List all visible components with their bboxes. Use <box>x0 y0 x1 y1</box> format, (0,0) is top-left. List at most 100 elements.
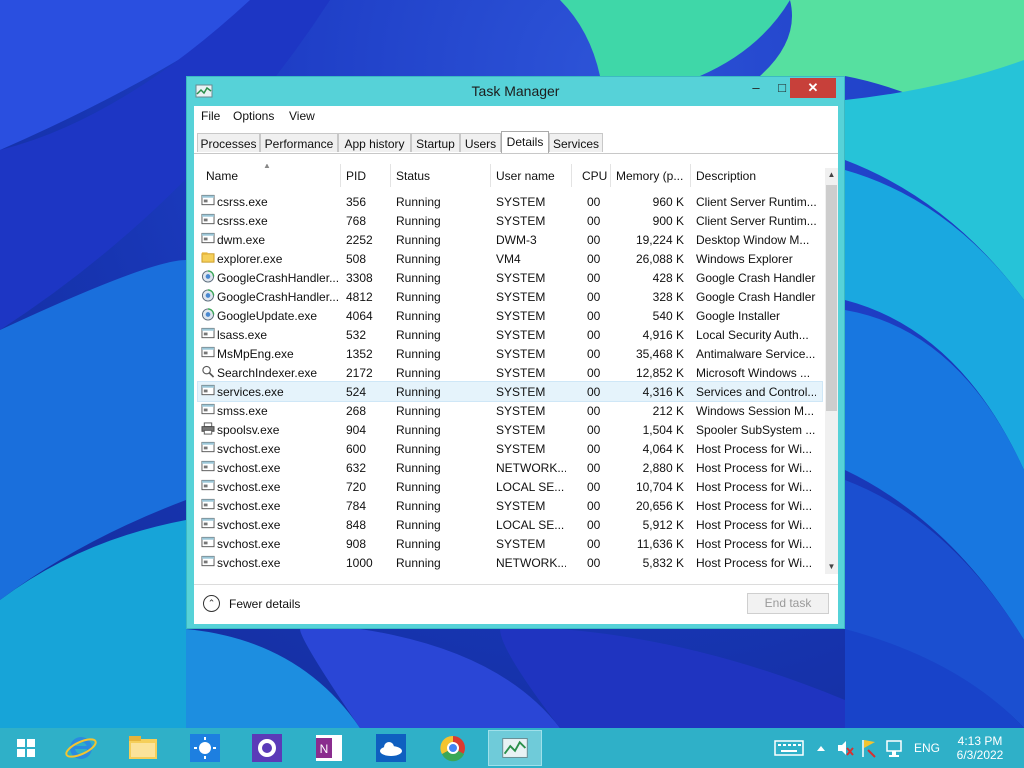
tab-services[interactable]: Services <box>549 133 603 152</box>
volume-muted-icon[interactable] <box>836 728 854 768</box>
tab-processes[interactable]: Processes <box>197 133 260 152</box>
table-row[interactable]: GoogleCrashHandler... 4812 Running SYSTEM 00… <box>198 287 822 306</box>
process-memory: 20,656 K <box>635 499 684 513</box>
end-task-button[interactable]: End task <box>747 593 829 614</box>
tab-users[interactable]: Users <box>460 133 501 152</box>
process-name: GoogleCrashHandler... <box>217 290 339 304</box>
menu-options[interactable]: Options <box>233 109 274 123</box>
scroll-up-arrow-icon[interactable]: ▲ <box>825 168 838 182</box>
column-header-description[interactable]: Description <box>696 169 756 183</box>
column-header-memory[interactable]: Memory (p... <box>616 169 683 183</box>
fewer-details-link[interactable]: Fewer details <box>229 597 300 611</box>
process-status: Running <box>396 461 441 475</box>
column-separator[interactable] <box>390 164 391 187</box>
tab-startup[interactable]: Startup <box>411 133 460 152</box>
process-name: svchost.exe <box>217 556 281 570</box>
column-header-pid[interactable]: PID <box>346 169 366 183</box>
process-cpu: 00 <box>587 214 601 228</box>
column-separator[interactable] <box>571 164 572 187</box>
table-row[interactable]: smss.exe 268 Running SYSTEM 00 212 K Windows S… <box>198 401 822 420</box>
process-pid: 768 <box>346 214 367 228</box>
process-icon <box>201 327 215 339</box>
show-hidden-icons-chevron-icon[interactable] <box>815 728 827 768</box>
network-icon[interactable] <box>884 728 904 768</box>
table-row[interactable]: GoogleCrashHandler... 3308 Running SYSTEM 00… <box>198 268 822 287</box>
process-pid: 3308 <box>346 271 373 285</box>
column-separator[interactable] <box>610 164 611 187</box>
table-row[interactable]: csrss.exe 768 Running SYSTEM 00 900 K Client S… <box>198 211 822 230</box>
process-icon <box>201 213 215 225</box>
table-row[interactable]: lsass.exe 532 Running SYSTEM 00 4,916 K Local … <box>198 325 822 344</box>
weather-icon[interactable] <box>178 730 232 766</box>
process-cpu: 00 <box>587 233 601 247</box>
column-header-name[interactable]: Name <box>206 169 238 183</box>
table-row[interactable]: svchost.exe 632 Running NETWORK... 00 2,880 K… <box>198 458 822 477</box>
process-description: Google Installer <box>696 309 781 323</box>
system-clock[interactable]: 4:13 PM 6/3/2022 <box>944 734 1016 762</box>
table-row[interactable]: MsMpEng.exe 1352 Running SYSTEM 00 35,468 K An… <box>198 344 822 363</box>
scrollbar-thumb[interactable] <box>826 185 837 411</box>
table-row[interactable]: svchost.exe 908 Running SYSTEM 00 11,636 K Hos… <box>198 534 822 553</box>
process-memory: 12,852 K <box>635 366 684 380</box>
menu-file[interactable]: File <box>201 109 220 123</box>
vertical-scrollbar[interactable]: ▲ ▼ <box>825 168 838 574</box>
process-status: Running <box>396 404 441 418</box>
close-button[interactable]: ✕ <box>790 78 836 98</box>
process-name: svchost.exe <box>217 518 281 532</box>
process-memory: 1,504 K <box>642 423 684 437</box>
column-header-status[interactable]: Status <box>396 169 430 183</box>
process-description: Host Process for Wi... <box>696 461 813 475</box>
process-cpu: 00 <box>587 442 601 456</box>
process-status: Running <box>396 518 441 532</box>
column-separator[interactable] <box>340 164 341 187</box>
title-bar[interactable]: Task Manager – □ ✕ <box>187 77 844 105</box>
column-header-user-name[interactable]: User name <box>496 169 555 183</box>
process-memory: 428 K <box>652 271 684 285</box>
keyboard-icon[interactable] <box>774 728 804 768</box>
table-row[interactable]: svchost.exe 1000 Running NETWORK... 00 5,832 … <box>198 553 822 572</box>
table-row[interactable]: svchost.exe 600 Running SYSTEM 00 4,064 K Host… <box>198 439 822 458</box>
process-icon <box>201 232 215 244</box>
process-name: svchost.exe <box>217 499 281 513</box>
start-icon[interactable] <box>6 730 46 766</box>
chrome-icon[interactable] <box>426 730 480 766</box>
table-row[interactable]: dwm.exe 2252 Running DWM-3 00 19,224 K Desktop… <box>198 230 822 249</box>
table-row[interactable]: services.exe 524 Running SYSTEM 00 4,316 K Ser… <box>197 381 823 402</box>
action-center-flag-icon[interactable] <box>860 728 878 768</box>
tab-details[interactable]: Details <box>501 131 549 153</box>
process-description: Services and Control... <box>696 385 816 399</box>
table-row[interactable]: svchost.exe 848 Running LOCAL SE... 00 5,912 … <box>198 515 822 534</box>
table-row[interactable]: SearchIndexer.exe 2172 Running SYSTEM 00 12,8… <box>198 363 822 382</box>
column-separator[interactable] <box>690 164 691 187</box>
tab-performance[interactable]: Performance <box>260 133 338 152</box>
table-row[interactable]: explorer.exe 508 Running VM4 00 26,088 K Windo… <box>198 249 822 268</box>
process-memory: 328 K <box>652 290 684 304</box>
chevron-up-circle-icon[interactable]: ⌃ <box>203 595 220 612</box>
process-name: dwm.exe <box>217 233 266 247</box>
process-pid: 632 <box>346 461 367 475</box>
process-name: SearchIndexer.exe <box>217 366 318 380</box>
table-row[interactable]: spoolsv.exe 904 Running SYSTEM 00 1,504 K Spoo… <box>198 420 822 439</box>
settings-icon[interactable] <box>240 730 294 766</box>
tab-app-history[interactable]: App history <box>338 133 411 152</box>
svg-text:N: N <box>320 742 329 756</box>
process-pid: 4812 <box>346 290 373 304</box>
task-manager-icon[interactable] <box>488 730 542 766</box>
table-row[interactable]: svchost.exe 784 Running SYSTEM 00 20,656 K Hos… <box>198 496 822 515</box>
table-row[interactable]: svchost.exe 720 Running LOCAL SE... 00 10,704… <box>198 477 822 496</box>
process-memory: 26,088 K <box>635 252 684 266</box>
language-indicator[interactable]: ENG <box>914 741 940 755</box>
onedrive-icon[interactable] <box>364 730 418 766</box>
file-explorer-icon[interactable] <box>116 730 170 766</box>
scroll-down-arrow-icon[interactable]: ▼ <box>825 560 838 574</box>
menu-view[interactable]: View <box>289 109 315 123</box>
process-cpu: 00 <box>587 423 601 437</box>
minimize-button[interactable]: – <box>743 78 769 98</box>
column-separator[interactable] <box>490 164 491 187</box>
onenote-icon[interactable]: N <box>302 730 356 766</box>
process-cpu: 00 <box>587 347 601 361</box>
column-header-cpu[interactable]: CPU <box>582 169 607 183</box>
table-row[interactable]: csrss.exe 356 Running SYSTEM 00 960 K Client S… <box>198 192 822 211</box>
table-row[interactable]: GoogleUpdate.exe 4064 Running SYSTEM 00 540 K… <box>198 306 822 325</box>
internet-explorer-icon[interactable] <box>54 730 108 766</box>
